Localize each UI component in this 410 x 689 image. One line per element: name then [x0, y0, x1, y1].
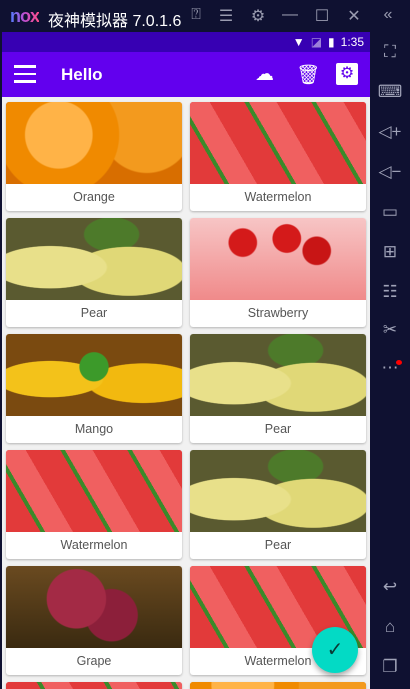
volume-up-icon[interactable]: ◁+	[370, 122, 410, 142]
fruit-image	[6, 218, 182, 300]
status-bar: ▼ ◪ ▮ 1:35	[2, 32, 370, 52]
card-label: Mango	[74, 422, 114, 436]
emulator-titlebar: nox 夜神模拟器 7.0.1.6 ⍰ ☰ ⚙ — ☐ ✕ «	[0, 0, 410, 32]
volume-down-icon[interactable]: ◁−	[370, 162, 410, 182]
settings-icon[interactable]: ⚙	[336, 63, 358, 85]
clock: 1:35	[340, 35, 364, 49]
more-icon[interactable]: ⋯	[370, 358, 410, 378]
emulator-sidebar: ⛶ ⌨ ◁+ ◁− ▭ ⊞ ☷ ✂ ⋯ ↩ ⌂ ❐	[370, 32, 410, 689]
grid-card[interactable]: Orange	[6, 102, 182, 211]
fruit-image	[6, 450, 182, 532]
grid-card-partial[interactable]	[6, 682, 182, 689]
no-sim-icon: ◪	[310, 35, 323, 49]
card-label: Pear	[264, 538, 292, 552]
nox-logo: nox	[10, 6, 40, 26]
fruit-image	[190, 682, 366, 689]
card-label: Grape	[76, 654, 112, 668]
home-icon[interactable]: ⌂	[370, 617, 410, 637]
card-label: Watermelon	[60, 538, 128, 552]
recents-icon[interactable]: ❐	[370, 657, 410, 677]
page-title: Hello	[61, 65, 103, 84]
maximize-icon[interactable]: ☐	[312, 6, 332, 26]
minimize-icon[interactable]: —	[280, 6, 300, 24]
grid-card[interactable]: Watermelon	[190, 102, 366, 211]
gear-icon[interactable]: ⚙	[248, 6, 268, 26]
fruit-image	[190, 102, 366, 184]
grid-card[interactable]: Pear	[190, 450, 366, 559]
fruit-image	[6, 682, 182, 689]
grid-card[interactable]: Pear	[6, 218, 182, 327]
wifi-icon: ▼	[292, 35, 305, 49]
confirm-fab[interactable]: ✓	[312, 627, 358, 673]
multi-instance-icon[interactable]: ☷	[370, 282, 410, 302]
keyboard-icon[interactable]: ⌨	[370, 82, 410, 102]
app-bar: Hello ☁ 🗑 ⚙	[2, 52, 370, 97]
grid-card[interactable]: Watermelon	[6, 450, 182, 559]
menu-icon[interactable]: ☰	[216, 6, 236, 26]
window-title: 夜神模拟器 7.0.1.6	[48, 13, 182, 30]
grid-card[interactable]: Grape	[6, 566, 182, 675]
fruit-image	[190, 334, 366, 416]
card-label: Orange	[73, 190, 115, 204]
screen-icon[interactable]: ▭	[370, 202, 410, 222]
help-icon[interactable]: ⍰	[186, 6, 206, 24]
grid-card[interactable]: Pear	[190, 334, 366, 443]
collapse-icon[interactable]: «	[378, 6, 398, 24]
fruit-image	[190, 450, 366, 532]
fruit-image	[190, 218, 366, 300]
check-icon: ✓	[326, 639, 344, 661]
upload-icon[interactable]: ☁	[255, 63, 274, 86]
scissors-icon[interactable]: ✂	[370, 320, 410, 340]
back-icon[interactable]: ↩	[370, 577, 410, 597]
card-label: Pear	[80, 306, 108, 320]
battery-icon: ▮	[328, 35, 335, 49]
fruit-image	[6, 566, 182, 648]
card-label: Pear	[264, 422, 292, 436]
grid-card[interactable]: Strawberry	[190, 218, 366, 327]
fruit-image	[6, 334, 182, 416]
apk-install-icon[interactable]: ⊞	[370, 242, 410, 262]
phone-screen: ▼ ◪ ▮ 1:35 Hello ☁ 🗑 ⚙ Orange Watermelon Pear…	[2, 32, 370, 689]
hamburger-menu-icon[interactable]	[14, 65, 36, 83]
card-label: Strawberry	[247, 306, 309, 320]
card-label: Watermelon	[244, 190, 312, 204]
fruit-image	[6, 102, 182, 184]
fullscreen-icon[interactable]: ⛶	[370, 42, 410, 62]
delete-icon[interactable]: 🗑	[296, 63, 320, 87]
grid-card-partial[interactable]	[190, 682, 366, 689]
close-icon[interactable]: ✕	[344, 6, 364, 26]
grid-card[interactable]: Mango	[6, 334, 182, 443]
